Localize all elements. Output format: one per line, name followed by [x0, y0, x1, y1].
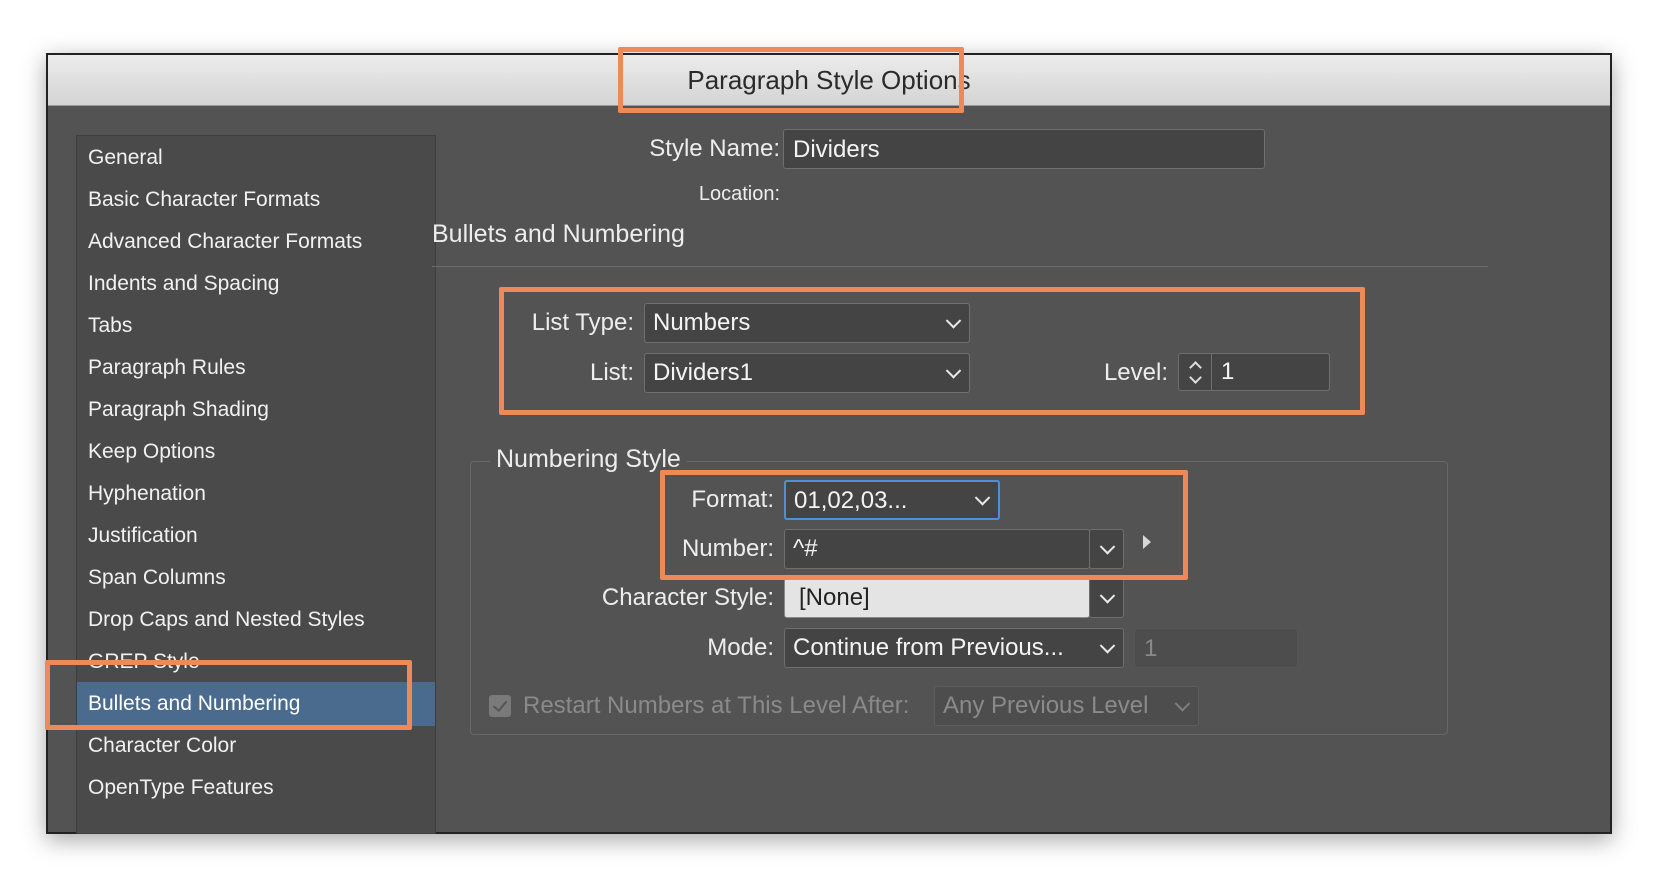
chevron-down-icon — [1099, 638, 1116, 654]
list-type-value: Numbers — [653, 309, 751, 336]
sidebar-item-general[interactable]: General — [77, 136, 435, 180]
number-label: Number: — [681, 535, 774, 562]
restart-numbers-label: Restart Numbers at This Level After: — [523, 692, 910, 719]
sidebar-item-tabs[interactable]: Tabs — [77, 304, 435, 348]
list-label: List: — [589, 359, 634, 386]
list-type-label: List Type: — [531, 309, 634, 336]
sidebar-item-keep-options[interactable]: Keep Options — [77, 430, 435, 474]
chevron-down-icon[interactable] — [1189, 371, 1202, 384]
sidebar-item-bullets-and-numbering[interactable]: Bullets and Numbering — [77, 682, 435, 726]
character-style-label: Character Style: — [601, 584, 774, 611]
sidebar-item-paragraph-rules[interactable]: Paragraph Rules — [77, 346, 435, 390]
level-stepper-buttons[interactable] — [1179, 354, 1212, 390]
list-type-select[interactable]: Numbers — [644, 303, 970, 343]
sidebar-item-character-color[interactable]: Character Color — [77, 724, 435, 768]
sidebar-item-advanced-character-formats[interactable]: Advanced Character Formats — [77, 220, 435, 264]
chevron-down-icon — [974, 490, 991, 506]
checkmark-icon — [492, 696, 508, 713]
format-select[interactable]: 01,02,03... — [784, 480, 1000, 520]
dialog-title: Paragraph Style Options — [687, 65, 971, 95]
sidebar-item-grep-style[interactable]: GREP Style — [77, 640, 435, 684]
sidebar-item-span-columns[interactable]: Span Columns — [77, 556, 435, 600]
list-select[interactable]: Dividers1 — [644, 353, 970, 393]
style-name-label: Style Name: — [649, 135, 780, 162]
character-style-value: [None] — [799, 584, 870, 611]
section-title: Bullets and Numbering — [432, 220, 685, 248]
character-style-dropdown[interactable] — [1089, 578, 1124, 618]
mode-select[interactable]: Continue from Previous... — [784, 628, 1124, 668]
sidebar-item-drop-caps-and-nested-styles[interactable]: Drop Caps and Nested Styles — [77, 598, 435, 642]
number-input[interactable]: ^# — [784, 529, 1090, 569]
chevron-down-icon — [1099, 588, 1116, 604]
sidebar-item-indents-and-spacing[interactable]: Indents and Spacing — [77, 262, 435, 306]
numbering-style-title: Numbering Style — [490, 445, 687, 474]
location-label: Location: — [698, 183, 780, 205]
character-style-select[interactable]: [None] — [784, 578, 1090, 618]
play-arrow-icon[interactable] — [1143, 535, 1151, 549]
restart-level-value: Any Previous Level — [943, 692, 1149, 719]
section-divider — [432, 266, 1488, 267]
restart-numbers-checkbox — [489, 695, 511, 717]
category-list: General Basic Character Formats Advanced… — [76, 135, 436, 834]
level-stepper[interactable]: 1 — [1178, 353, 1330, 391]
list-value: Dividers1 — [653, 359, 754, 386]
restart-level-select: Any Previous Level — [934, 686, 1199, 726]
number-insert-dropdown[interactable] — [1089, 529, 1124, 569]
sidebar-item-opentype-features[interactable]: OpenType Features — [77, 766, 435, 810]
title-bar[interactable]: Paragraph Style Options — [48, 55, 1610, 106]
sidebar-item-basic-character-formats[interactable]: Basic Character Formats — [77, 178, 435, 222]
sidebar-item-hyphenation[interactable]: Hyphenation — [77, 472, 435, 516]
paragraph-style-options-dialog: Paragraph Style Options General Basic Ch… — [46, 53, 1612, 834]
chevron-down-icon — [945, 313, 962, 329]
chevron-down-icon — [1174, 696, 1191, 712]
chevron-down-icon — [945, 363, 962, 379]
chevron-down-icon — [1099, 539, 1116, 555]
mode-label: Mode: — [707, 634, 774, 661]
format-value: 01,02,03... — [794, 487, 908, 514]
mode-value: Continue from Previous... — [793, 634, 1064, 661]
mode-start-number-input: 1 — [1134, 628, 1298, 668]
sidebar-item-justification[interactable]: Justification — [77, 514, 435, 558]
sidebar-item-paragraph-shading[interactable]: Paragraph Shading — [77, 388, 435, 432]
style-name-input[interactable]: Dividers — [783, 129, 1265, 169]
level-label: Level: — [1103, 359, 1168, 386]
format-label: Format: — [691, 486, 774, 513]
level-value: 1 — [1221, 358, 1235, 385]
